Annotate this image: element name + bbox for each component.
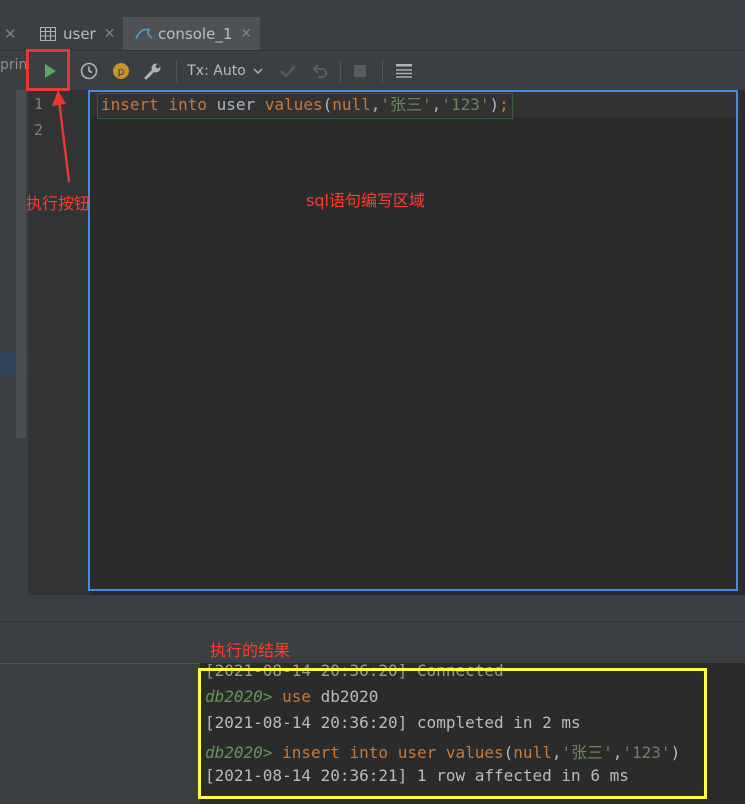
result-highlight-box (198, 668, 707, 799)
left-scrollbar[interactable] (16, 90, 26, 438)
tab-label: user (63, 24, 96, 43)
line-number: 1 (34, 95, 44, 113)
settings-button[interactable] (138, 51, 168, 90)
commit-button[interactable] (274, 51, 302, 90)
tab-user[interactable]: user ✕ (30, 17, 122, 50)
close-icon[interactable]: ✕ (104, 26, 116, 42)
stop-button[interactable] (346, 51, 374, 90)
tab-console-1[interactable]: console_1 ✕ (123, 17, 260, 50)
title-strip (0, 0, 745, 17)
table-list-icon (396, 63, 412, 78)
transaction-mode-value: Tx: Auto (187, 62, 246, 79)
p-badge-icon: p (113, 62, 129, 79)
toolbar-separator (340, 60, 341, 82)
editor-tab-bar: ✕ user ✕ console_1 ✕ (0, 17, 745, 67)
transaction-mode-dropdown[interactable]: Tx: Auto (184, 51, 266, 90)
editor-annotation: sql语句编写区域 (306, 191, 425, 210)
output-layout-button[interactable] (390, 51, 418, 90)
clock-icon (80, 62, 98, 79)
result-annotation: 执行的结果 (210, 641, 291, 660)
undo-icon (312, 63, 327, 78)
check-icon (280, 64, 296, 78)
output-session-list (0, 663, 200, 804)
console-toolbar: p Tx: Auto (28, 51, 745, 91)
editor-highlight-box (88, 90, 738, 591)
output-panel-header (0, 621, 745, 664)
table-icon (40, 26, 56, 41)
schema-button[interactable]: p (106, 51, 136, 90)
run-button-annotation: 执行按钮 (26, 194, 91, 213)
tab-overflow-close[interactable]: ✕ (4, 17, 26, 50)
history-button[interactable] (74, 51, 104, 90)
close-icon[interactable]: ✕ (4, 25, 17, 43)
toolbar-separator (176, 60, 177, 82)
toolbar-separator (382, 60, 383, 82)
editor-horizontal-scroll-area (28, 595, 745, 621)
left-panel-label: prin (0, 57, 28, 73)
rollback-button[interactable] (306, 51, 334, 90)
close-icon[interactable]: ✕ (240, 26, 252, 42)
chevron-down-icon (253, 67, 263, 74)
wrench-icon (144, 63, 161, 79)
annotation-arrow (52, 90, 71, 183)
stop-icon (354, 64, 366, 77)
line-number: 2 (34, 121, 44, 139)
run-button-highlight-box (26, 49, 70, 91)
tab-label: console_1 (158, 24, 233, 43)
svg-text:p: p (118, 65, 125, 78)
mysql-icon (135, 28, 153, 39)
